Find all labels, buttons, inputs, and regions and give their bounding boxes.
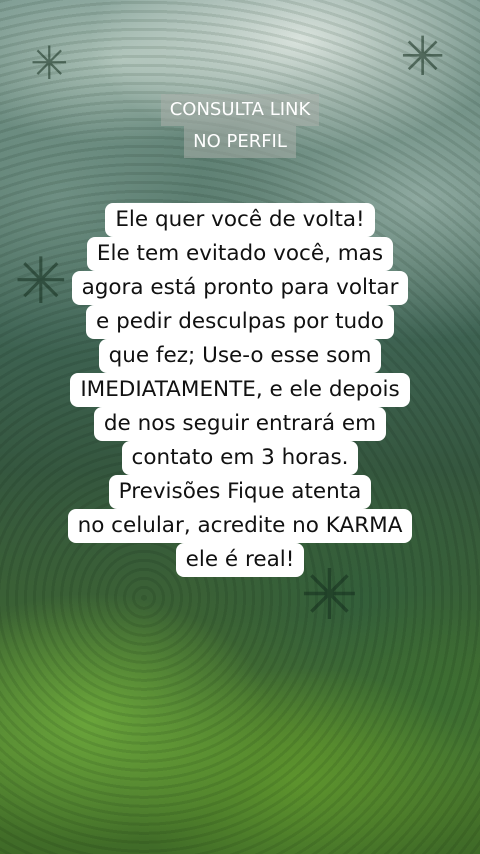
caption-line: ele é real! [175,543,305,577]
caption-line: IMEDIATAMENTE, e ele depois [70,373,410,407]
caption-line: agora está pronto para voltar [71,271,409,305]
caption-line: Previsões Fique atenta [108,475,372,509]
caption-text-block: Ele quer você de volta! Ele tem evitado … [0,203,480,577]
caption-line: no celular, acredite no KARMA [67,509,413,543]
profile-link-notice: CONSULTA LINK NO PERFIL [0,94,480,158]
palm-tree-silhouette: ✳ [400,25,446,88]
caption-line: contato em 3 horas. [121,441,359,475]
profile-link-notice-line: CONSULTA LINK [160,94,320,126]
caption-line: de nos seguir entrará em [93,407,387,441]
caption-line: e pedir desculpas por tudo [86,305,394,339]
caption-line: Ele quer você de volta! [105,203,375,237]
caption-line: Ele tem evitado você, mas [86,237,394,271]
palm-tree-silhouette: ✳ [30,36,69,90]
profile-link-notice-line: NO PERFIL [184,126,296,158]
caption-line: que fez; Use-o esse som [98,339,382,373]
